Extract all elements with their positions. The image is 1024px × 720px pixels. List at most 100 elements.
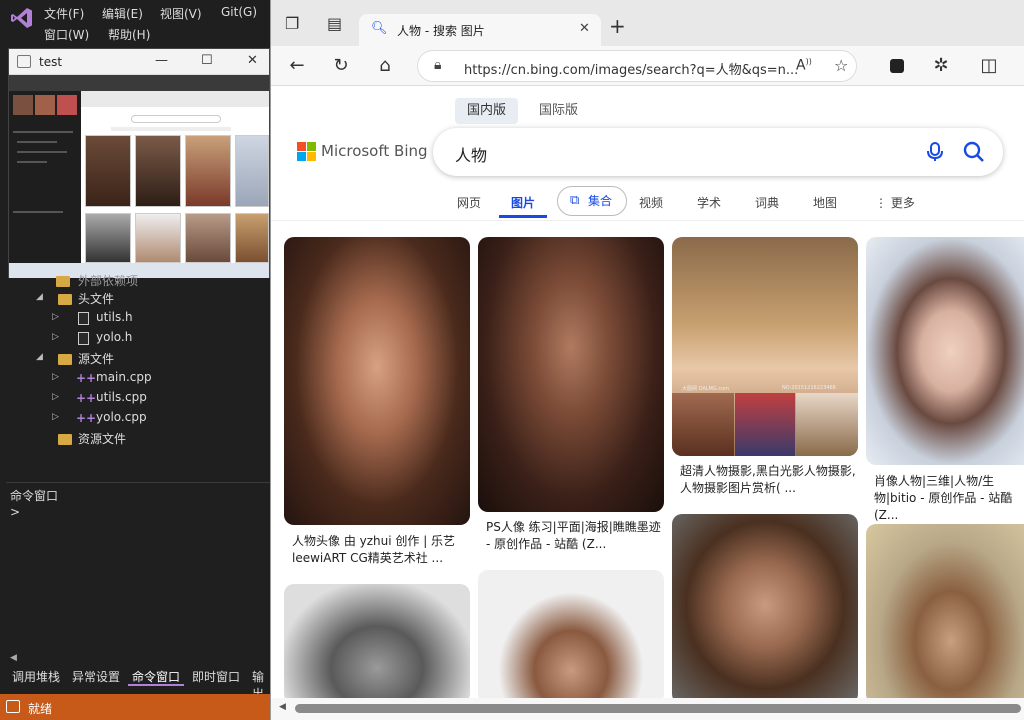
expand-icon[interactable]: ▷ (52, 392, 62, 402)
workspaces-icon[interactable]: ❐ (285, 14, 299, 33)
mini-nav (111, 127, 231, 131)
nav-videos[interactable]: 视频 (639, 188, 663, 218)
menu-view[interactable]: 视图(V) (160, 5, 202, 22)
tree-item-label: main.cpp (96, 370, 152, 384)
visual-studio-logo-icon[interactable] (10, 6, 34, 30)
result-image-1[interactable] (284, 237, 470, 525)
mini-line (17, 151, 67, 153)
tab-close-icon[interactable]: ✕ (579, 21, 590, 36)
ms-logo-square-red (297, 142, 306, 151)
mini-line (13, 211, 63, 213)
scrollbar-thumb[interactable] (295, 704, 1021, 713)
back-icon[interactable]: ← (283, 52, 311, 80)
nav-maps[interactable]: 地图 (813, 188, 837, 218)
result-caption-4[interactable]: 肖像人物|三维|人物/生物|bitio - 原创作品 - 站酷 (Z... (874, 473, 1024, 524)
tree-item-label: 外部依赖项 (78, 274, 139, 288)
nav-images[interactable]: 图片 (499, 188, 548, 218)
menu-window[interactable]: 窗口(W) (44, 26, 89, 43)
mini-line (13, 131, 73, 133)
result-caption-3[interactable]: 超清人物摄影,黑白光影人物摄影,人物摄影图片赏析( ... (680, 463, 856, 497)
expand-icon[interactable]: ▷ (52, 312, 62, 322)
new-tab-icon[interactable]: + (609, 14, 626, 38)
mini-line (17, 161, 47, 163)
result-image-5[interactable] (284, 584, 470, 698)
nav-divider (271, 220, 1024, 221)
ms-logo-square-blue (297, 152, 306, 161)
result-image-6[interactable] (478, 570, 664, 698)
tab-output[interactable]: 输出 (248, 668, 270, 701)
read-aloud-icon[interactable]: A)) (796, 57, 812, 74)
mini-thumb (135, 135, 181, 207)
result-image-4[interactable] (866, 237, 1024, 465)
maximize-icon[interactable]: ☐ (201, 53, 213, 68)
collapse-icon[interactable]: ◢ (36, 352, 46, 362)
menu-git[interactable]: Git(G) (221, 5, 257, 19)
collapse-icon[interactable]: ◢ (36, 292, 46, 302)
folder-icon (58, 294, 72, 305)
mini-thumb (185, 213, 231, 263)
tab-immediate-window[interactable]: 即时窗口 (188, 668, 244, 686)
nav-collections[interactable]: ⧉ 集合 (557, 186, 627, 216)
cmd-hscrollbar[interactable]: ◀ (6, 653, 270, 665)
lock-icon[interactable]: 🔒︎ (434, 57, 441, 73)
mini-thumb (35, 95, 55, 115)
search-icon[interactable] (963, 141, 985, 163)
address-url[interactable]: https://cn.bing.com/images/search?q=人物&q… (464, 59, 798, 78)
test-window-titlebar[interactable]: test — ☐ ✕ (9, 49, 269, 75)
tab-command-window[interactable]: 命令窗口 (128, 668, 185, 686)
menu-edit[interactable]: 编辑(E) (102, 5, 143, 22)
vertical-tabs-icon[interactable]: ▤ (327, 14, 342, 33)
folder-icon (58, 434, 72, 445)
mini-taskbar (9, 263, 269, 279)
browser-tab-active[interactable]: 🔍︎ 人物 - 搜索 图片 ✕ (359, 14, 601, 46)
expand-icon[interactable]: ▷ (52, 412, 62, 422)
address-bar[interactable]: 🔒︎ https://cn.bing.com/images/search?q=人… (417, 50, 857, 82)
nav-collections-label: 集合 (588, 194, 613, 208)
tab-call-stack[interactable]: 调用堆栈 (8, 668, 64, 686)
mini-thumb (85, 213, 131, 263)
page-hscrollbar[interactable]: ◀ (271, 698, 1024, 720)
header-file-icon (78, 312, 89, 325)
scroll-left-icon[interactable]: ◀ (10, 653, 17, 663)
split-screen-icon[interactable]: ◫ (975, 52, 1003, 80)
menu-file[interactable]: 文件(F) (44, 5, 84, 22)
result-image-2[interactable] (478, 237, 664, 512)
tab-exception-settings[interactable]: 异常设置 (68, 668, 124, 686)
expand-icon[interactable]: ▷ (52, 372, 62, 382)
refresh-icon[interactable]: ↻ (327, 52, 355, 80)
menu-help[interactable]: 帮助(H) (108, 26, 150, 43)
favorite-star-icon[interactable]: ☆ (834, 56, 848, 75)
command-prompt[interactable]: > (10, 505, 20, 519)
scope-international[interactable]: 国际版 (527, 98, 590, 124)
nav-more[interactable]: ⋮ 更多 (875, 188, 915, 218)
result-caption-2[interactable]: PS人像 练习|平面|海报|瞧瞧墨迹 - 原创作品 - 站酷 (Z... (486, 519, 662, 553)
result-image-3[interactable]: 大图网 DALMG.com NO:20151216223466 (672, 237, 858, 456)
expand-icon[interactable]: ▷ (52, 332, 62, 342)
result-image-7[interactable] (672, 514, 858, 698)
mini-menubar (9, 75, 269, 91)
extensions-puzzle-icon[interactable]: ✲ (927, 52, 955, 80)
status-icon (6, 700, 20, 713)
search-input[interactable]: 人物 (455, 142, 487, 166)
microphone-icon[interactable] (927, 142, 943, 162)
ms-logo-square-yellow (307, 152, 316, 161)
extension-square-icon[interactable] (883, 52, 911, 80)
nav-dictionary[interactable]: 词典 (755, 188, 779, 218)
minimize-icon[interactable]: — (155, 53, 168, 68)
tree-item-label: utils.h (96, 310, 133, 324)
home-icon[interactable]: ⌂ (371, 52, 399, 80)
command-window-panel: 命令窗口 > ◀ (6, 482, 270, 666)
folder-icon (56, 276, 70, 287)
bing-images-page: 国内版 国际版 Microsoft Bing 人物 网页 图片 ⧉ 集合 视频 … (271, 86, 1024, 698)
result-caption-1[interactable]: 人物头像 由 yzhui 创作 | 乐艺 leewiART CG精英艺术社 ..… (292, 533, 468, 567)
scope-domestic[interactable]: 国内版 (455, 98, 519, 124)
search-box[interactable]: 人物 (433, 128, 1003, 176)
result-image-8[interactable] (866, 524, 1024, 698)
test-app-window[interactable]: test — ☐ ✕ (8, 48, 270, 279)
browser-toolbar: ← ↻ ⌂ 🔒︎ https://cn.bing.com/images/sear… (271, 46, 1024, 86)
nav-web[interactable]: 网页 (457, 188, 481, 218)
mini-thumb (235, 213, 269, 263)
scroll-left-icon[interactable]: ◀ (279, 702, 286, 712)
close-icon[interactable]: ✕ (247, 53, 258, 68)
nav-academic[interactable]: 学术 (697, 188, 721, 218)
